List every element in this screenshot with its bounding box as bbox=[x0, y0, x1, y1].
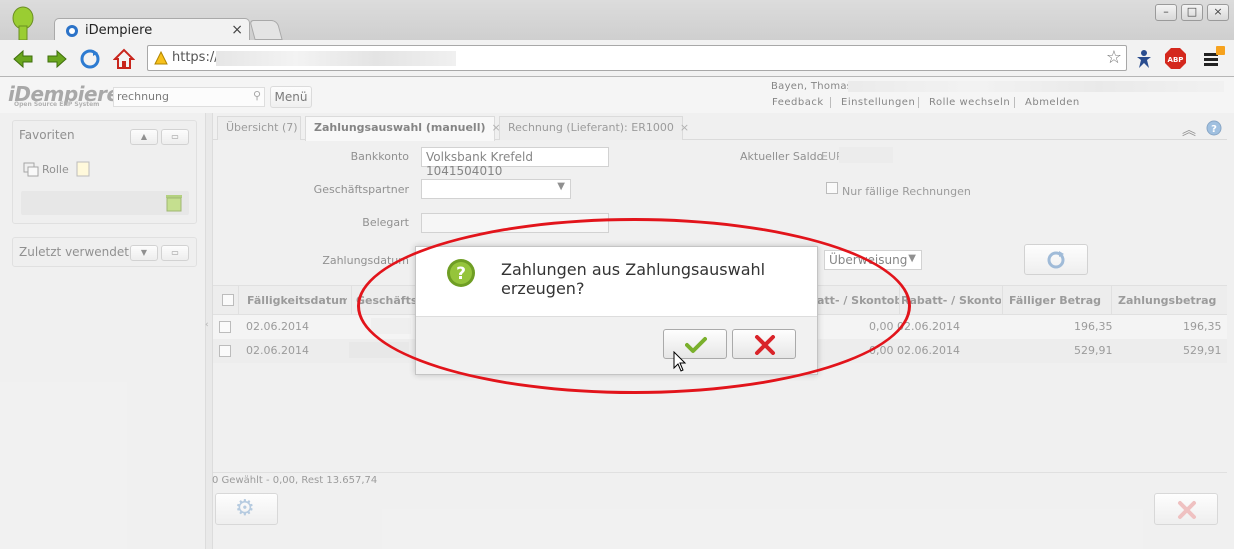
back-arrow-icon[interactable] bbox=[12, 48, 34, 70]
url-redacted bbox=[216, 51, 456, 66]
bookmark-star-icon[interactable]: ☆ bbox=[1106, 47, 1122, 68]
address-bar[interactable]: https:// ☆ bbox=[147, 45, 1127, 71]
extension-figure-icon[interactable] bbox=[1135, 49, 1153, 69]
svg-text:ABP: ABP bbox=[1168, 56, 1184, 64]
idempiere-favicon-icon bbox=[66, 25, 78, 37]
browser-logo-icon bbox=[12, 6, 34, 40]
maximize-button[interactable]: □ bbox=[1181, 4, 1203, 21]
browser-tab[interactable]: iDempiere × bbox=[54, 18, 250, 42]
url-text: https:// bbox=[172, 50, 219, 65]
adblock-icon[interactable]: ABP bbox=[1165, 48, 1186, 69]
close-icon[interactable]: × bbox=[231, 22, 243, 38]
forward-arrow-icon[interactable] bbox=[46, 48, 68, 70]
security-warning-icon[interactable] bbox=[154, 51, 168, 65]
menu-hamburger-icon[interactable] bbox=[1201, 46, 1225, 70]
highlight-ellipse bbox=[357, 218, 911, 394]
close-window-button[interactable]: × bbox=[1207, 4, 1229, 21]
new-tab-button[interactable] bbox=[249, 20, 283, 40]
mouse-cursor-icon bbox=[673, 351, 687, 372]
minimize-button[interactable]: – bbox=[1155, 4, 1177, 21]
reload-icon[interactable] bbox=[79, 48, 101, 70]
home-icon[interactable] bbox=[113, 48, 135, 70]
browser-tab-title: iDempiere bbox=[85, 23, 153, 38]
